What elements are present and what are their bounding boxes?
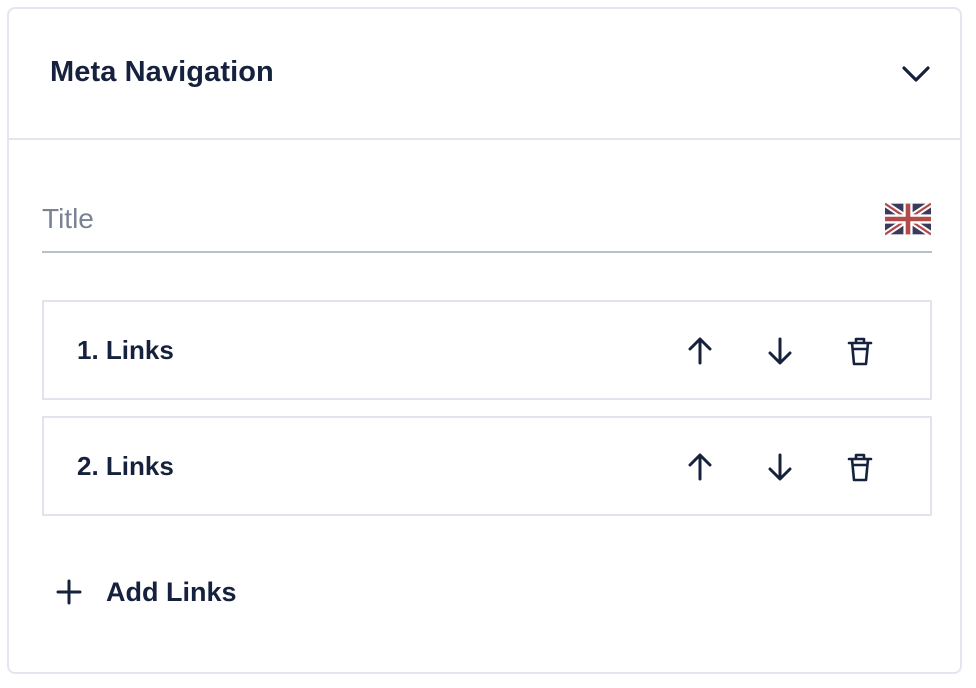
uk-flag-icon	[883, 201, 933, 237]
language-flag-button[interactable]	[883, 201, 933, 237]
title-field	[42, 194, 933, 253]
arrow-down-icon	[768, 337, 792, 365]
move-down-button[interactable]	[762, 331, 798, 371]
move-down-button[interactable]	[762, 447, 798, 487]
list-item-label: 1. Links	[77, 335, 174, 365]
meta-navigation-panel: Meta Navigation 1. Links	[7, 7, 962, 674]
arrow-down-icon	[768, 453, 792, 481]
move-up-button[interactable]	[682, 447, 718, 487]
delete-button[interactable]	[842, 331, 878, 371]
arrow-up-icon	[688, 337, 712, 365]
list-item: 1. Links	[42, 300, 932, 400]
trash-icon	[847, 337, 873, 366]
trash-icon	[847, 453, 873, 482]
delete-button[interactable]	[842, 447, 878, 487]
chevron-down-icon	[902, 66, 930, 82]
panel-header[interactable]: Meta Navigation	[9, 9, 960, 140]
arrow-up-icon	[688, 453, 712, 481]
move-up-button[interactable]	[682, 331, 718, 371]
list-item: 2. Links	[42, 416, 932, 516]
add-links-label: Add Links	[106, 576, 237, 607]
collapse-button[interactable]	[898, 59, 934, 89]
title-input[interactable]	[42, 194, 862, 244]
panel-title: Meta Navigation	[50, 56, 274, 88]
plus-icon	[54, 577, 84, 607]
add-links-button[interactable]: Add Links	[54, 570, 237, 614]
list-item-label: 2. Links	[77, 451, 174, 481]
